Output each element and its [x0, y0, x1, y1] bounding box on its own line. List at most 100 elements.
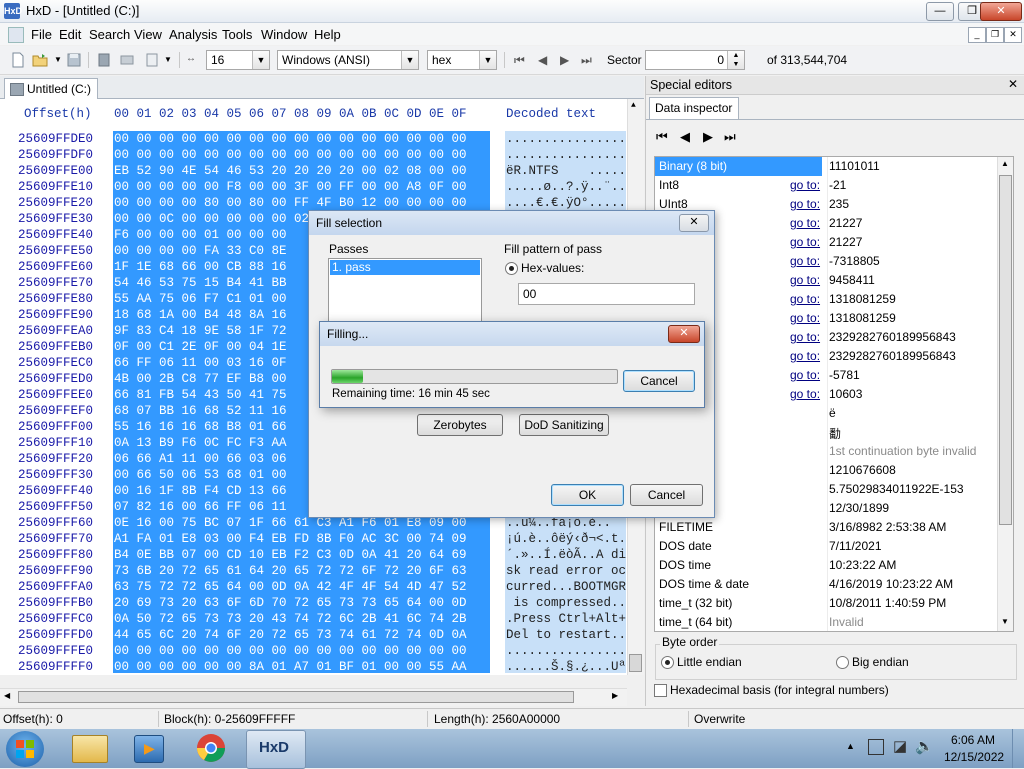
ok-button[interactable]: OK — [551, 484, 624, 506]
volume-icon[interactable]: 🔈 — [915, 737, 934, 755]
inspector-row[interactable]: time_t (64 bit) Invalid — [655, 613, 995, 631]
goto-link[interactable]: go to: — [790, 273, 820, 287]
row-decoded-text[interactable]: sk read error oc — [506, 563, 626, 579]
mdi-close-button[interactable]: ✕ — [1004, 27, 1022, 43]
row-decoded-text[interactable]: ......Š.§.¿...Uª — [506, 659, 626, 675]
hex-vertical-scroll-thumb[interactable] — [629, 654, 642, 672]
inspector-value[interactable]: 1210676608 — [829, 463, 896, 477]
goto-link[interactable]: go to: — [790, 235, 820, 249]
row-decoded-text[interactable]: .....ø..?.ÿ..¨.. — [506, 179, 626, 195]
inspector-scroll-thumb[interactable] — [999, 175, 1012, 525]
big-endian-radio[interactable] — [836, 656, 849, 669]
inspector-value[interactable]: 1318081259 — [829, 311, 896, 325]
goto-link[interactable]: go to: — [790, 216, 820, 230]
inspector-value[interactable]: Invalid — [829, 615, 864, 629]
inspector-value[interactable]: 5.75029834011922E-153 — [829, 482, 964, 496]
media-player-taskbar-icon[interactable]: ▶ — [134, 735, 164, 763]
open-dropdown-icon[interactable]: ▼ — [54, 55, 62, 64]
inspector-value[interactable]: 10603 — [829, 387, 862, 401]
inspector-value[interactable]: 7/11/2021 — [829, 539, 882, 553]
row-hex-bytes[interactable]: 73 6B 20 72 65 61 64 20 65 72 72 6F 72 2… — [114, 563, 490, 579]
start-button[interactable] — [6, 731, 44, 767]
row-decoded-text[interactable]: ................ — [506, 147, 626, 163]
disk-icon[interactable] — [96, 52, 112, 68]
pass-item[interactable]: 1. pass — [330, 260, 480, 275]
last-record-icon[interactable]: ⏭ — [724, 129, 736, 145]
network-icon[interactable]: ◪ — [893, 737, 907, 755]
show-hidden-icons-icon[interactable]: ▲ — [846, 741, 855, 751]
little-endian-radio[interactable] — [661, 656, 674, 669]
inspector-value[interactable]: 3/16/8982 2:53:38 AM — [829, 520, 946, 534]
inspector-row[interactable]: DOS date 7/11/2021 — [655, 537, 995, 556]
offset-base-select[interactable]: hex ▼ — [427, 50, 497, 70]
inspector-value[interactable]: -5781 — [829, 368, 860, 382]
inspector-scrollbar[interactable]: ▲ ▼ — [997, 157, 1013, 631]
row-hex-bytes[interactable]: 20 69 73 20 63 6F 6D 70 72 65 73 73 65 6… — [114, 595, 490, 611]
scroll-left-icon[interactable]: ◀ — [4, 691, 10, 700]
filling-dialog-close-button[interactable]: ✕ — [668, 325, 700, 343]
bytes-per-row-select[interactable]: 16 ▼ — [206, 50, 270, 70]
menu-search[interactable]: Search — [89, 27, 130, 42]
scroll-right-icon[interactable]: ▶ — [612, 691, 618, 700]
inspector-row[interactable]: DOS time & date 4/16/2019 10:23:22 AM — [655, 575, 995, 594]
row-hex-bytes[interactable]: A1 FA 01 E8 03 00 F4 EB FD 8B F0 AC 3C 0… — [114, 531, 490, 547]
fill-dialog-close-button[interactable]: ✕ — [679, 214, 709, 232]
row-decoded-text[interactable]: is compressed.. — [506, 595, 627, 611]
inspector-row[interactable]: FILETIME 3/16/8982 2:53:38 AM — [655, 518, 995, 537]
goto-link[interactable]: go to: — [790, 197, 820, 211]
row-hex-bytes[interactable]: 00 00 00 00 00 00 00 00 00 00 00 00 00 0… — [114, 643, 490, 659]
clock-date[interactable]: 12/15/2022 — [944, 750, 1004, 764]
inspector-row[interactable]: Int8 go to: -21 — [655, 176, 995, 195]
row-decoded-text[interactable]: ................ — [506, 131, 626, 147]
menu-tools[interactable]: Tools — [222, 27, 252, 42]
cancel-button[interactable]: Cancel — [630, 484, 703, 506]
inspector-value[interactable]: 2329282760189956843 — [829, 349, 956, 363]
charset-select[interactable]: Windows (ANSI) ▼ — [277, 50, 419, 70]
hex-basis-checkbox[interactable] — [654, 684, 667, 697]
inspector-value[interactable]: 12/30/1899 — [829, 501, 889, 515]
tab-data-inspector[interactable]: Data inspector — [649, 97, 739, 120]
explorer-taskbar-icon[interactable] — [72, 735, 108, 763]
inspector-value[interactable]: 9458411 — [829, 273, 875, 287]
hxd-app-icon[interactable]: HxD — [4, 3, 22, 19]
previous-record-icon[interactable]: ◀ — [680, 129, 690, 145]
previous-sector-icon[interactable]: ◀ — [538, 53, 547, 67]
next-sector-icon[interactable]: ▶ — [560, 53, 569, 67]
row-decoded-text[interactable]: ....€.€.ÿO°..... — [506, 195, 626, 211]
row-hex-bytes[interactable]: B4 0E BB 07 00 CD 10 EB F2 C3 0D 0A 41 2… — [114, 547, 490, 563]
document-icon[interactable] — [8, 27, 24, 43]
hex-value-input[interactable]: 00 — [518, 283, 695, 305]
row-hex-bytes[interactable]: 00 00 00 00 00 F8 00 00 3F 00 FF 00 00 A… — [114, 179, 490, 195]
goto-link[interactable]: go to: — [790, 311, 820, 325]
filling-cancel-button[interactable]: Cancel — [623, 370, 695, 392]
row-hex-bytes[interactable]: 0A 50 72 65 73 73 20 43 74 72 6C 2B 41 6… — [114, 611, 490, 627]
passes-list[interactable]: 1. pass — [328, 258, 482, 322]
show-desktop-button[interactable] — [1012, 729, 1024, 768]
new-file-icon[interactable] — [10, 52, 26, 68]
inspector-value[interactable]: 11101011 — [829, 159, 880, 173]
inspector-row[interactable]: DOS time 10:23:22 AM — [655, 556, 995, 575]
inspector-value[interactable]: 勫 — [829, 425, 841, 442]
row-hex-bytes[interactable]: 00 00 00 00 00 00 8A 01 A7 01 BF 01 00 0… — [114, 659, 490, 675]
mdi-minimize-button[interactable]: _ — [968, 27, 986, 43]
menu-edit[interactable]: Edit — [59, 27, 81, 42]
properties-dropdown-icon[interactable]: ▼ — [164, 55, 172, 64]
goto-link[interactable]: go to: — [790, 178, 820, 192]
inspector-value[interactable]: 10/8/2011 1:40:59 PM — [829, 596, 946, 610]
goto-link[interactable]: go to: — [790, 292, 820, 306]
last-sector-icon[interactable]: ⏭ — [581, 53, 592, 68]
menu-help[interactable]: Help — [314, 27, 341, 42]
chrome-taskbar-icon[interactable] — [196, 733, 226, 763]
menu-file[interactable]: File — [31, 27, 52, 42]
inspector-row[interactable]: Binary (8 bit) 11101011 — [655, 157, 995, 176]
row-decoded-text[interactable]: ëR.NTFS ..... — [506, 163, 626, 179]
inspector-value[interactable]: 4/16/2019 10:23:22 AM — [829, 577, 953, 591]
panel-close-icon[interactable]: ✕ — [1008, 77, 1018, 91]
row-hex-bytes[interactable]: 44 65 6C 20 74 6F 20 72 65 73 74 61 72 7… — [114, 627, 490, 643]
mdi-restore-button[interactable]: ❐ — [986, 27, 1004, 43]
first-record-icon[interactable]: ⏮ — [656, 129, 668, 145]
inspector-value[interactable]: -21 — [829, 178, 846, 192]
menu-window[interactable]: Window — [261, 27, 307, 42]
inspector-value[interactable]: 235 — [829, 197, 849, 211]
scroll-up-icon[interactable]: ▲ — [631, 101, 636, 110]
